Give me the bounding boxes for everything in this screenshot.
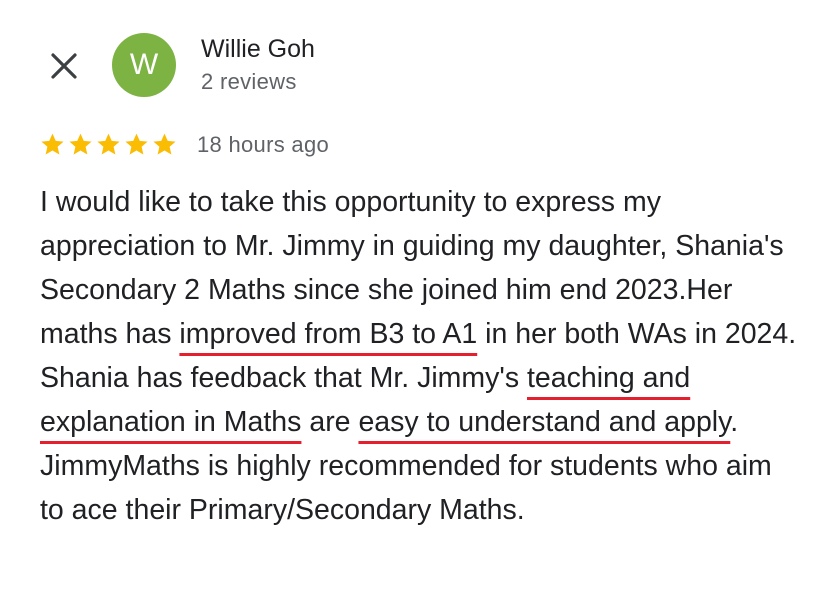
avatar[interactable]: W	[112, 33, 176, 97]
highlighted-phrase: easy to understand and apply	[358, 406, 731, 438]
star-icon	[153, 133, 176, 155]
close-icon	[51, 53, 77, 79]
review-text: I would like to take this opportunity to…	[40, 180, 800, 532]
reviewer-name[interactable]: Willie Goh	[201, 35, 315, 64]
star-icon	[69, 133, 92, 155]
close-button[interactable]	[42, 44, 86, 88]
review-text-segment: are	[301, 406, 359, 438]
star-rating	[40, 132, 177, 157]
star-icon	[97, 133, 120, 155]
highlighted-phrase: improved from B3 to A1	[179, 318, 478, 350]
review-timestamp: 18 hours ago	[197, 132, 330, 157]
star-icon	[41, 133, 64, 155]
review-card: W Willie Goh 2 reviews 18 hours ago I wo…	[0, 0, 828, 608]
review-count: 2 reviews	[201, 69, 297, 94]
star-icon	[125, 133, 148, 155]
avatar-initial: W	[129, 48, 159, 81]
